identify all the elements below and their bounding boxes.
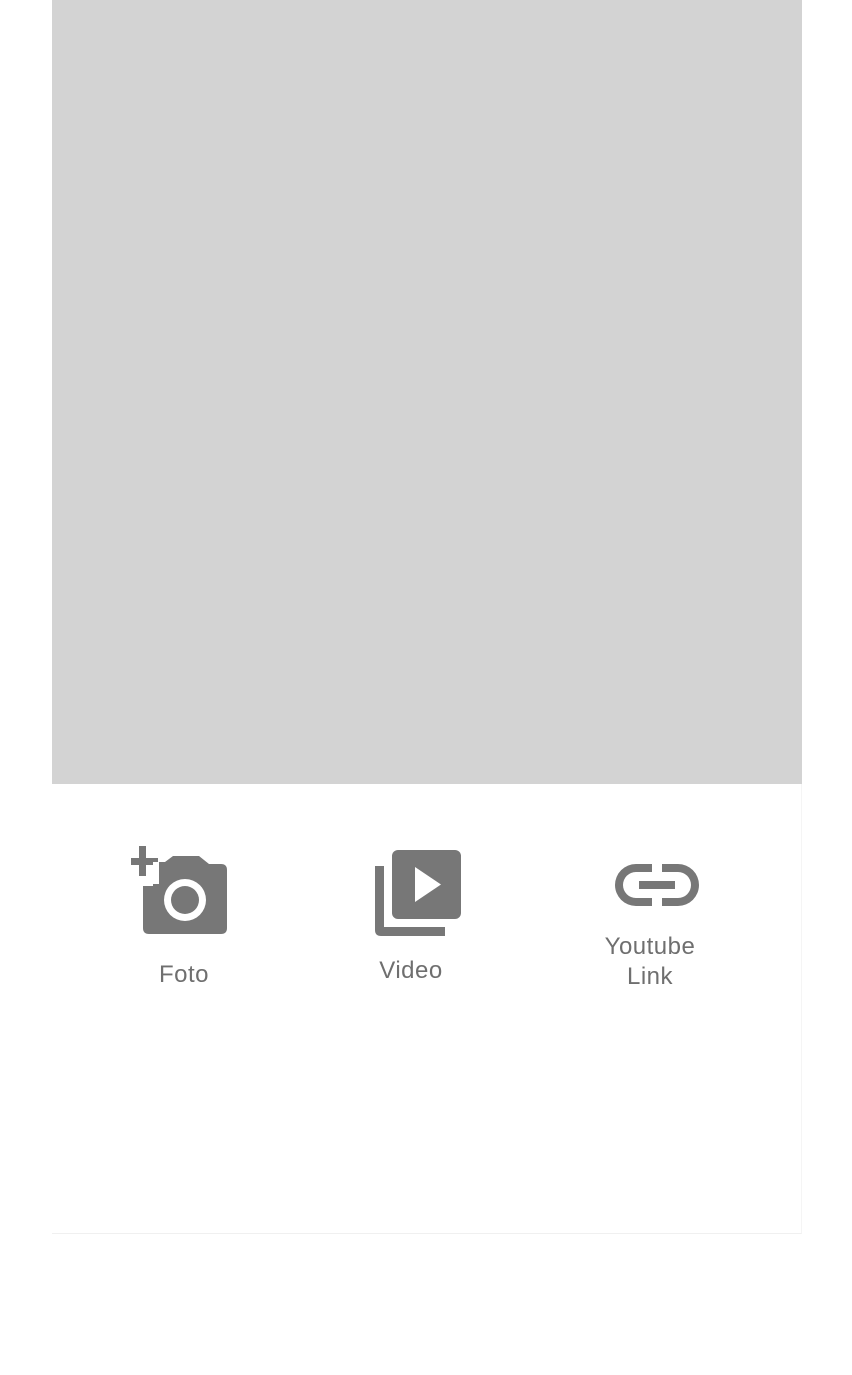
youtube-link-button[interactable]: Youtube Link <box>598 862 716 992</box>
media-source-panel: Foto Video Youtube Link <box>52 784 802 1234</box>
youtube-link-label: Youtube Link <box>605 932 696 992</box>
add-photo-camera-icon <box>131 846 227 934</box>
add-video-button[interactable]: Video <box>370 850 466 986</box>
video-library-icon <box>375 850 461 936</box>
video-label: Video <box>379 957 443 984</box>
youtube-link-label-line1: Youtube <box>604 933 696 960</box>
youtube-link-label-line2: Link <box>626 963 674 990</box>
foto-label: Foto <box>158 961 210 988</box>
media-preview-area <box>52 0 802 784</box>
add-photo-button[interactable]: Foto <box>122 846 246 990</box>
link-icon <box>615 864 699 906</box>
